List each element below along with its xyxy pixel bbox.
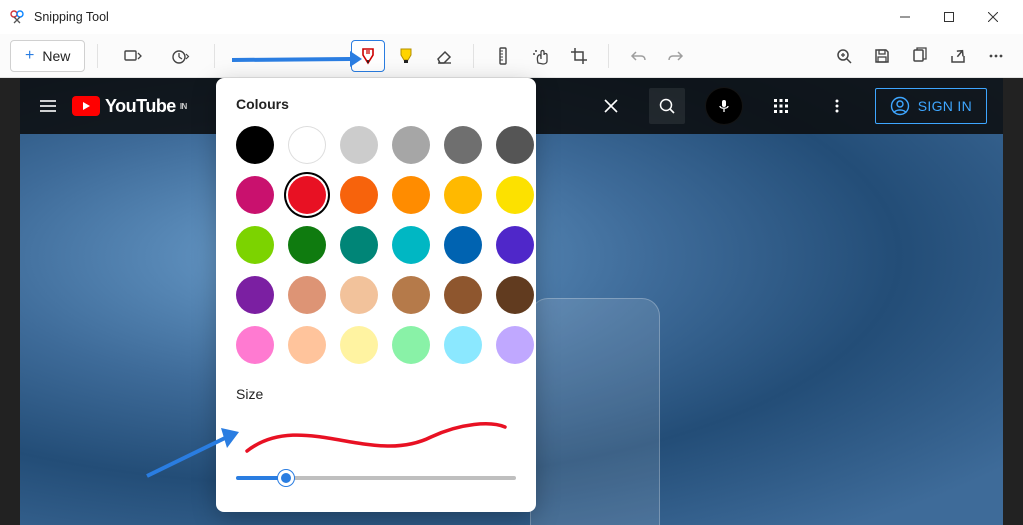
separator	[214, 44, 215, 68]
user-icon	[890, 96, 910, 116]
youtube-play-icon	[72, 96, 100, 116]
colour-swatch-darker-gray[interactable]	[496, 126, 534, 164]
glass-card	[530, 298, 660, 525]
youtube-logo[interactable]: YouTube IN	[72, 96, 187, 117]
colour-swatch-light-peach[interactable]	[288, 326, 326, 364]
colour-swatch-indigo[interactable]	[496, 226, 534, 264]
search-icon[interactable]	[649, 88, 685, 124]
colour-swatch-light-brown[interactable]	[392, 276, 430, 314]
new-label: New	[42, 48, 70, 64]
colour-swatch-green[interactable]	[288, 226, 326, 264]
colour-swatch-gold[interactable]	[444, 176, 482, 214]
separator	[473, 44, 474, 68]
colour-swatch-brown[interactable]	[444, 276, 482, 314]
app-icon	[8, 8, 26, 26]
colour-swatch-teal[interactable]	[340, 226, 378, 264]
highlighter-button[interactable]	[389, 40, 423, 72]
signin-button[interactable]: SIGN IN	[875, 88, 987, 124]
hamburger-icon[interactable]	[36, 94, 60, 118]
titlebar: Snipping Tool	[0, 0, 1023, 34]
snip-mode-button[interactable]	[110, 40, 154, 72]
crop-button[interactable]	[562, 40, 596, 72]
youtube-brand-text: YouTube	[105, 96, 176, 117]
toolbar: + New	[0, 34, 1023, 78]
colour-swatch-dark-gray[interactable]	[444, 126, 482, 164]
share-button[interactable]	[941, 40, 975, 72]
clear-search-icon[interactable]	[593, 88, 629, 124]
maximize-button[interactable]	[927, 2, 971, 32]
colour-swatch-cyan[interactable]	[392, 226, 430, 264]
zoom-button[interactable]	[827, 40, 861, 72]
colour-swatch-purple[interactable]	[236, 276, 274, 314]
colour-swatch-blue[interactable]	[444, 226, 482, 264]
colour-swatch-tan[interactable]	[288, 276, 326, 314]
colour-swatch-peach[interactable]	[340, 276, 378, 314]
close-button[interactable]	[971, 2, 1015, 32]
more-button[interactable]	[979, 40, 1013, 72]
touch-writing-button[interactable]	[524, 40, 558, 72]
pen-button[interactable]	[351, 40, 385, 72]
colour-swatch-light-gray[interactable]	[340, 126, 378, 164]
plus-icon: +	[25, 48, 34, 64]
app-title: Snipping Tool	[34, 10, 109, 24]
colour-swatch-light-yellow[interactable]	[340, 326, 378, 364]
undo-button[interactable]	[621, 40, 655, 72]
size-slider[interactable]	[236, 466, 516, 490]
colour-swatch-pink[interactable]	[236, 326, 274, 364]
size-preview	[236, 412, 516, 460]
colour-swatch-dark-brown[interactable]	[496, 276, 534, 314]
colour-swatch-yellow[interactable]	[496, 176, 534, 214]
copy-button[interactable]	[903, 40, 937, 72]
apps-icon[interactable]	[763, 88, 799, 124]
voice-search-button[interactable]	[705, 87, 743, 125]
colour-swatch-orange[interactable]	[340, 176, 378, 214]
size-heading: Size	[236, 386, 516, 402]
colour-swatch-lavender[interactable]	[496, 326, 534, 364]
colour-swatch-white[interactable]	[288, 126, 326, 164]
colour-swatch-magenta[interactable]	[236, 176, 274, 214]
separator	[97, 44, 98, 68]
minimize-button[interactable]	[883, 2, 927, 32]
colour-swatch-black[interactable]	[236, 126, 274, 164]
kebab-icon[interactable]	[819, 88, 855, 124]
colour-swatch-gray[interactable]	[392, 126, 430, 164]
colour-grid	[236, 126, 516, 364]
slider-thumb[interactable]	[278, 470, 294, 486]
colour-swatch-light-blue[interactable]	[444, 326, 482, 364]
separator	[608, 44, 609, 68]
pen-colour-popup: Colours Size	[216, 78, 536, 512]
colours-heading: Colours	[236, 96, 516, 112]
save-button[interactable]	[865, 40, 899, 72]
colour-swatch-lime[interactable]	[236, 226, 274, 264]
colour-swatch-dark-orange[interactable]	[392, 176, 430, 214]
eraser-button[interactable]	[427, 40, 461, 72]
delay-button[interactable]	[158, 40, 202, 72]
new-button[interactable]: + New	[10, 40, 85, 72]
youtube-country: IN	[180, 102, 187, 111]
colour-swatch-light-green[interactable]	[392, 326, 430, 364]
colour-swatch-red[interactable]	[288, 176, 326, 214]
redo-button[interactable]	[659, 40, 693, 72]
ruler-button[interactable]	[486, 40, 520, 72]
signin-label: SIGN IN	[918, 98, 972, 114]
